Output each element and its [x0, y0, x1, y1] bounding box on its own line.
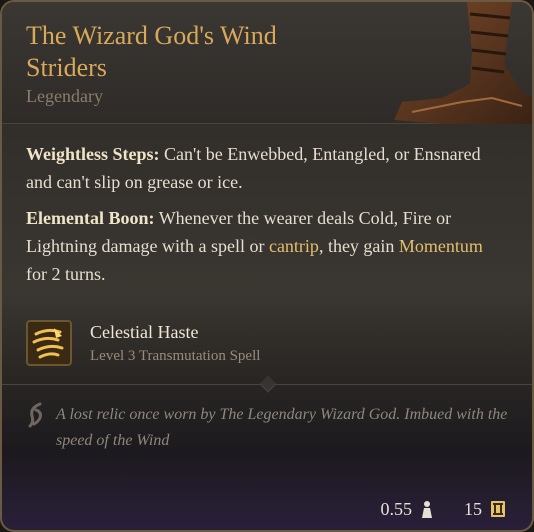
celestial-haste-icon: [26, 320, 72, 366]
spell-subtitle: Level 3 Transmutation Spell: [90, 348, 261, 364]
gold-coin-icon: [491, 501, 505, 517]
lore-text: A lost relic once worn by The Legendary …: [56, 406, 508, 449]
divider-pointer: [259, 375, 277, 393]
property-name: Elemental Boon:: [26, 208, 155, 228]
property-weightless-steps: Weightless Steps: Can't be Enwebbed, Ent…: [26, 140, 496, 196]
feather-icon: [28, 402, 42, 428]
tooltip-header: The Wizard God's Wind Striders Legendary: [2, 2, 532, 124]
item-rarity: Legendary: [26, 86, 103, 106]
property-text: for 2 turns.: [26, 264, 106, 284]
keyword-cantrip[interactable]: cantrip: [269, 236, 319, 256]
weight-value: 0.55: [380, 498, 413, 519]
item-title: The Wizard God's Wind Striders: [26, 21, 277, 82]
boots-art-icon: [394, 2, 532, 124]
spell-name: Celestial Haste: [90, 322, 199, 342]
properties-section: Weightless Steps: Can't be Enwebbed, Ent…: [26, 140, 496, 296]
granted-spell[interactable]: Celestial Haste Level 3 Transmutation Sp…: [26, 318, 446, 370]
item-tooltip: The Wizard God's Wind Striders Legendary…: [0, 0, 534, 532]
property-text: , they gain: [318, 236, 399, 256]
property-name: Weightless Steps:: [26, 144, 160, 164]
weight-icon: [422, 501, 432, 518]
keyword-momentum[interactable]: Momentum: [399, 236, 483, 256]
item-footer: 0.55 15: [381, 497, 507, 521]
property-elemental-boon: Elemental Boon: Whenever the wearer deal…: [26, 204, 496, 288]
gold-value: 15: [464, 498, 482, 519]
